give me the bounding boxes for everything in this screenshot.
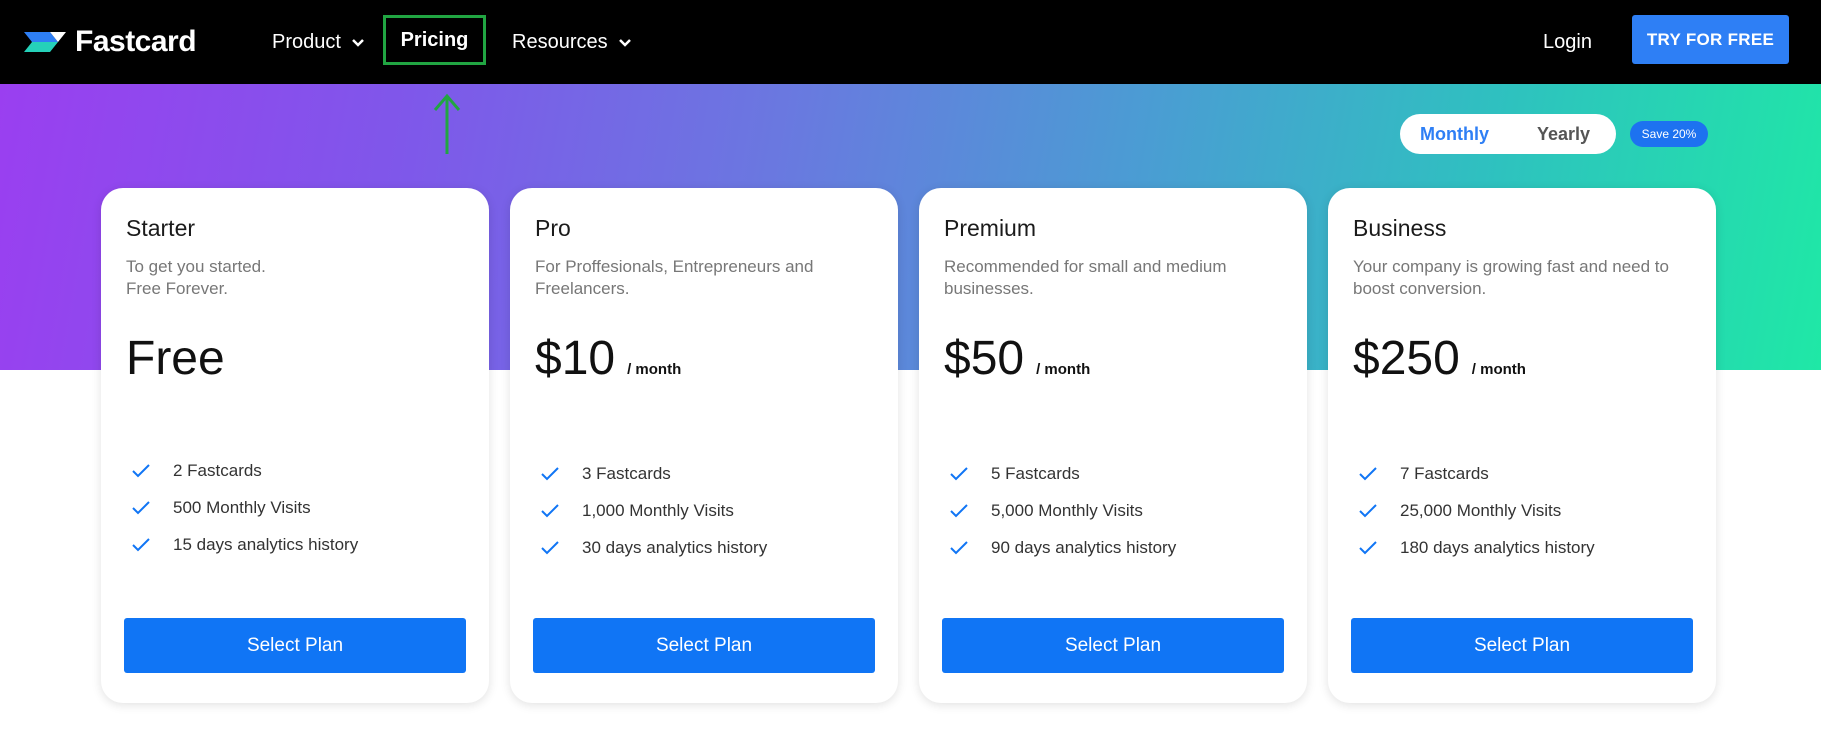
feature-list: 2 Fastcards 500 Monthly Visits 15 days a… — [131, 452, 358, 563]
feature-text: 3 Fastcards — [582, 463, 671, 483]
plan-description: For Proffesionals, Entrepreneurs and Fre… — [535, 257, 814, 298]
checkmark-icon — [1359, 466, 1377, 480]
try-for-free-button[interactable]: TRY FOR FREE — [1632, 15, 1789, 64]
nav-product-label: Product — [272, 30, 341, 53]
billing-option-monthly[interactable]: Monthly — [1420, 114, 1489, 154]
feature-text: 15 days analytics history — [173, 534, 359, 554]
feature-text: 90 days analytics history — [991, 537, 1177, 557]
chevron-down-icon — [351, 31, 365, 54]
plan-price: Free — [126, 331, 225, 386]
plan-price: $250 / month — [1353, 331, 1526, 386]
checkmark-icon — [132, 537, 150, 551]
billing-toggle: Monthly Yearly — [1400, 114, 1616, 154]
checkmark-icon — [541, 466, 559, 480]
feature-text: 25,000 Monthly Visits — [1400, 500, 1562, 520]
plan-price-unit: / month — [1036, 361, 1091, 378]
checkmark-icon — [541, 540, 559, 554]
fastcard-logo-icon — [24, 32, 66, 52]
plan-name: Premium — [944, 215, 1037, 241]
plan-description-line: To get you started. Free Forever. — [126, 257, 266, 298]
checkmark-icon — [950, 466, 968, 480]
feature-text: 2 Fastcards — [173, 460, 262, 480]
nav-resources[interactable]: Resources — [512, 26, 632, 58]
feature-item: 3 Fastcards — [540, 455, 767, 492]
select-plan-button[interactable]: Select Plan — [942, 618, 1284, 673]
login-link[interactable]: Login — [1543, 26, 1592, 58]
feature-item: 1,000 Monthly Visits — [540, 492, 767, 529]
select-plan-button[interactable]: Select Plan — [533, 618, 875, 673]
feature-item: 2 Fastcards — [131, 452, 358, 489]
nav-pricing[interactable]: Pricing — [383, 15, 486, 65]
plan-card-starter: Starter To get you started. Free Forever… — [101, 188, 489, 703]
feature-text: 500 Monthly Visits — [173, 497, 311, 517]
plan-card-business: Business Your company is growing fast an… — [1328, 188, 1716, 703]
feature-list: 5 Fastcards 5,000 Monthly Visits 90 days… — [949, 455, 1176, 566]
checkmark-icon — [950, 540, 968, 554]
plan-price-amount: Free — [126, 332, 225, 385]
plan-description: Your company is growing fast and need to… — [1353, 257, 1669, 298]
save-badge: Save 20% — [1630, 121, 1708, 147]
plan-name: Pro — [535, 215, 571, 241]
plan-name: Starter — [126, 215, 196, 241]
plan-price-unit: / month — [627, 361, 682, 378]
feature-list: 3 Fastcards 1,000 Monthly Visits 30 days… — [540, 455, 767, 566]
plan-price-amount: $250 — [1353, 332, 1460, 385]
checkmark-icon — [132, 463, 150, 477]
checkmark-icon — [541, 503, 559, 517]
feature-list: 7 Fastcards 25,000 Monthly Visits 180 da… — [1358, 455, 1595, 566]
brand-logo[interactable]: Fastcard — [24, 22, 197, 62]
feature-text: 5,000 Monthly Visits — [991, 500, 1143, 520]
plan-price-amount: $50 — [944, 332, 1025, 385]
checkmark-icon — [132, 500, 150, 514]
plan-price-unit: / month — [1471, 361, 1526, 378]
select-plan-button[interactable]: Select Plan — [1351, 618, 1693, 673]
chevron-down-icon — [618, 31, 632, 54]
nav-resources-label: Resources — [512, 30, 608, 53]
plan-price-amount: $10 — [535, 332, 616, 385]
feature-item: 25,000 Monthly Visits — [1358, 492, 1595, 529]
feature-item: 7 Fastcards — [1358, 455, 1595, 492]
top-navbar: Fastcard Product Pricing Resources Login… — [0, 0, 1821, 84]
feature-item: 90 days analytics history — [949, 529, 1176, 566]
feature-text: 1,000 Monthly Visits — [582, 500, 734, 520]
feature-text: 7 Fastcards — [1400, 463, 1489, 483]
feature-item: 5 Fastcards — [949, 455, 1176, 492]
checkmark-icon — [1359, 540, 1377, 554]
billing-option-yearly[interactable]: Yearly — [1537, 114, 1590, 154]
nav-pricing-label: Pricing — [400, 28, 469, 51]
select-plan-button[interactable]: Select Plan — [124, 618, 466, 673]
plan-card-premium: Premium Recommended for small and medium… — [919, 188, 1307, 703]
feature-item: 5,000 Monthly Visits — [949, 492, 1176, 529]
feature-text: 5 Fastcards — [991, 463, 1080, 483]
plan-name: Business — [1353, 215, 1447, 241]
plan-description: Recommended for small and medium busines… — [944, 257, 1227, 298]
plan-description: To get you started. Free Forever. — [126, 256, 466, 300]
feature-item: 180 days analytics history — [1358, 529, 1595, 566]
feature-item: 30 days analytics history — [540, 529, 767, 566]
nav-product[interactable]: Product — [272, 26, 365, 58]
plan-price: $10 / month — [535, 331, 681, 386]
feature-item: 500 Monthly Visits — [131, 489, 358, 526]
checkmark-icon — [1359, 503, 1377, 517]
plan-price: $50 / month — [944, 331, 1090, 386]
feature-text: 180 days analytics history — [1400, 537, 1595, 557]
feature-text: 30 days analytics history — [582, 537, 768, 557]
plan-card-pro: Pro For Proffesionals, Entrepreneurs and… — [510, 188, 898, 703]
brand-name: Fastcard — [75, 25, 197, 58]
feature-item: 15 days analytics history — [131, 526, 358, 563]
arrow-up-icon — [433, 93, 461, 154]
checkmark-icon — [950, 503, 968, 517]
